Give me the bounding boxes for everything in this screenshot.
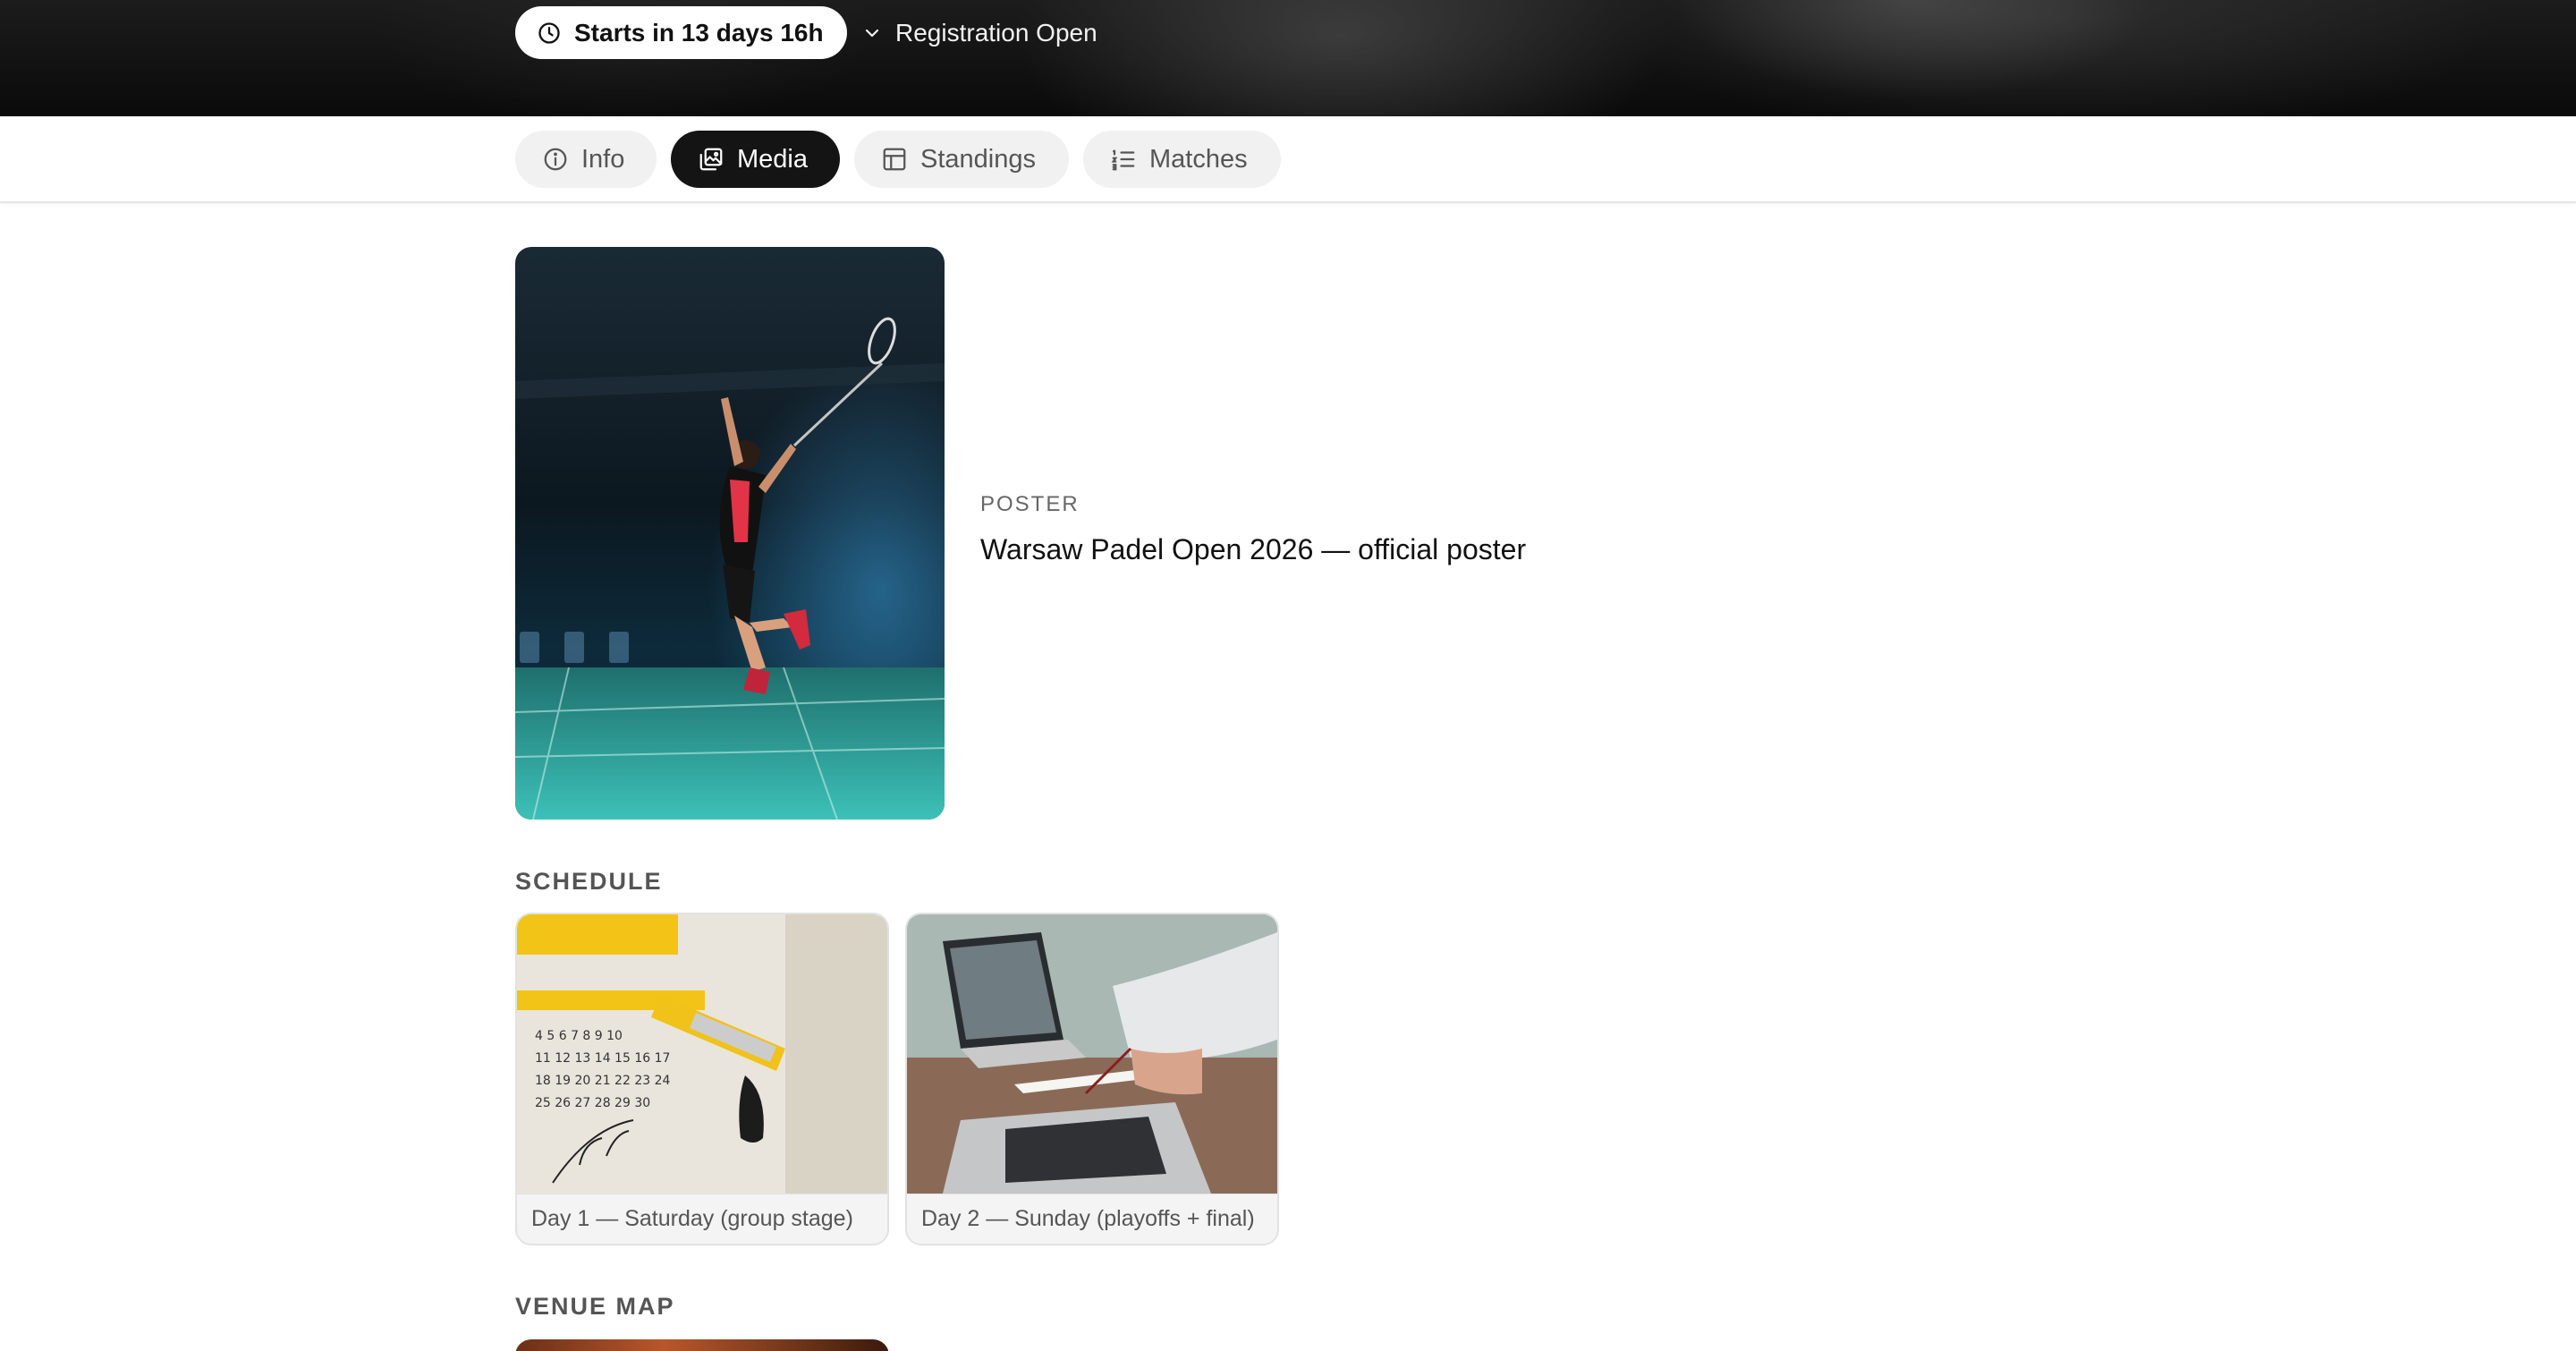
tab-info[interactable]: Info bbox=[515, 131, 657, 188]
tab-standings[interactable]: Standings bbox=[854, 131, 1069, 188]
hero-banner: Starts in 13 days 16h Registration Open bbox=[0, 0, 2576, 116]
schedule-card-day-1[interactable]: 4 5 6 7 8 9 10 11 12 13 14 15 16 17 18 1… bbox=[515, 913, 889, 1245]
registration-status-text: Registration Open bbox=[895, 18, 1097, 47]
tab-media-label: Media bbox=[737, 144, 808, 174]
badminton-player-photo bbox=[515, 247, 945, 820]
schedule-heading: SCHEDULE bbox=[515, 868, 663, 895]
list-icon bbox=[1111, 149, 1135, 171]
schedule-card-caption: Day 1 — Saturday (group stage) bbox=[517, 1194, 887, 1244]
poster-title: Warsaw Padel Open 2026 — official poster bbox=[980, 533, 1527, 565]
tab-bar: Info Media Standings Matches bbox=[0, 116, 2576, 203]
countdown-badge[interactable]: Starts in 13 days 16h bbox=[515, 6, 847, 59]
gallery-icon bbox=[699, 148, 723, 171]
tab-info-label: Info bbox=[581, 144, 625, 174]
tab-matches[interactable]: Matches bbox=[1083, 131, 1281, 188]
hero-background-figure bbox=[1538, 0, 2343, 116]
venue-map-heading: VENUE MAP bbox=[515, 1293, 675, 1320]
svg-text:4 5 6 7 8 9 10: 4 5 6 7 8 9 10 bbox=[535, 1029, 623, 1043]
svg-text:11 12 13 14 15 16 17: 11 12 13 14 15 16 17 bbox=[535, 1051, 670, 1066]
tab-media[interactable]: Media bbox=[671, 131, 840, 188]
clock-icon bbox=[538, 21, 560, 44]
tab-matches-label: Matches bbox=[1149, 144, 1248, 174]
poster-meta: POSTER Warsaw Padel Open 2026 — official… bbox=[980, 492, 1526, 566]
registration-status-toggle[interactable]: Registration Open bbox=[861, 6, 1097, 59]
venue-map-image[interactable] bbox=[515, 1339, 889, 1351]
tab-standings-label: Standings bbox=[920, 144, 1036, 174]
poster-kicker: POSTER bbox=[980, 492, 1080, 516]
poster-image[interactable] bbox=[515, 247, 945, 820]
laptop-desk-photo bbox=[907, 914, 1277, 1194]
schedule-card-day-2[interactable]: Day 2 — Sunday (playoffs + final) bbox=[905, 913, 1279, 1245]
schedule-card-caption: Day 2 — Sunday (playoffs + final) bbox=[907, 1194, 1277, 1244]
svg-text:25 26 27 28 29 30: 25 26 27 28 29 30 bbox=[535, 1096, 650, 1110]
calendar-notebook-photo: 4 5 6 7 8 9 10 11 12 13 14 15 16 17 18 1… bbox=[517, 914, 887, 1194]
info-icon bbox=[544, 148, 567, 171]
countdown-text: Starts in 13 days 16h bbox=[574, 18, 824, 47]
table-icon bbox=[883, 148, 906, 171]
chevron-down-icon bbox=[865, 29, 879, 37]
svg-text:18 19 20 21 22 23 24: 18 19 20 21 22 23 24 bbox=[535, 1074, 670, 1088]
